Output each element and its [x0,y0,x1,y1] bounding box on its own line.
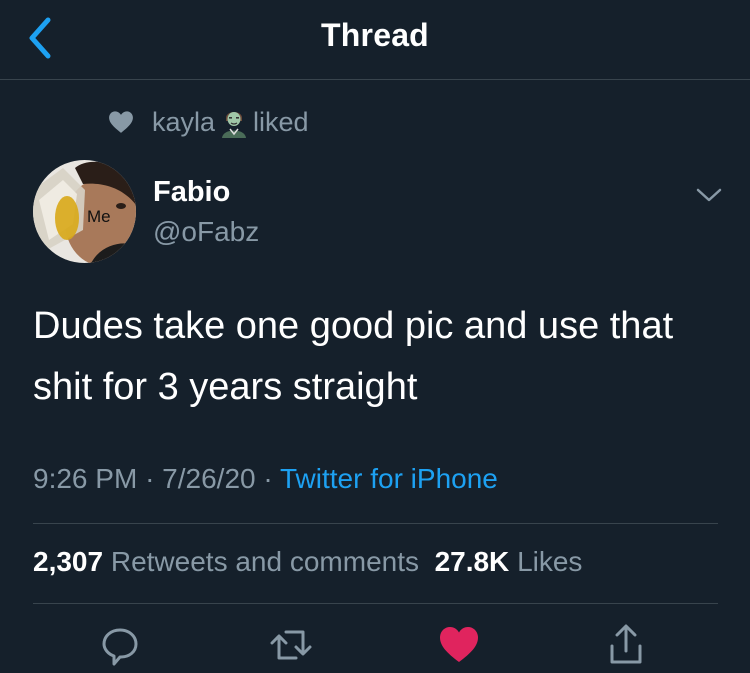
liker-name[interactable]: kayla [152,107,215,138]
heart-outline-icon [109,111,133,133]
more-options-button[interactable] [692,182,726,208]
tweet-text: Dudes take one good pic and use that shi… [33,305,674,408]
meta-separator: · [145,463,155,494]
likes-stat[interactable]: 27.8K Likes [435,546,583,577]
retweet-button[interactable] [269,622,313,668]
thread-header: Thread [0,0,750,80]
meta-separator: · [263,463,273,494]
page-title: Thread [321,17,429,53]
likes-label: Likes [517,546,583,577]
share-button[interactable] [608,622,644,668]
tweet-source-link[interactable]: Twitter for iPhone [280,463,498,494]
retweet-arrows-icon [270,630,312,660]
tweet-time: 9:26 PM [33,463,138,494]
liked-label: liked [253,106,309,137]
chevron-down-icon [696,188,722,202]
divider [33,523,718,524]
zombie-woman-emoji-icon [222,112,247,138]
tweet-meta: 9:26 PM · 7/26/20 · Twitter for iPhone [33,463,498,495]
avatar[interactable]: Me [33,160,136,263]
reply-button[interactable] [100,622,140,668]
share-arrow-icon [610,624,642,664]
heart-filled-icon [440,627,478,662]
retweets-stat[interactable]: 2,307 Retweets and comments [33,546,419,577]
social-context: kayla liked [108,104,309,140]
likes-count: 27.8K [434,546,510,577]
like-button[interactable] [438,622,480,668]
user-handle[interactable]: @oFabz [153,216,259,248]
display-name[interactable]: Fabio [153,176,230,209]
tweet-date: 7/26/20 [162,463,256,494]
speech-bubble-icon [102,628,138,666]
retweets-label: Retweets and comments [110,546,419,577]
avatar-overlay-text: Me [87,207,111,226]
tweet-stats: 2,307 Retweets and comments 27.8K Likes [33,546,582,578]
divider [33,603,718,604]
retweets-count: 2,307 [33,546,104,577]
